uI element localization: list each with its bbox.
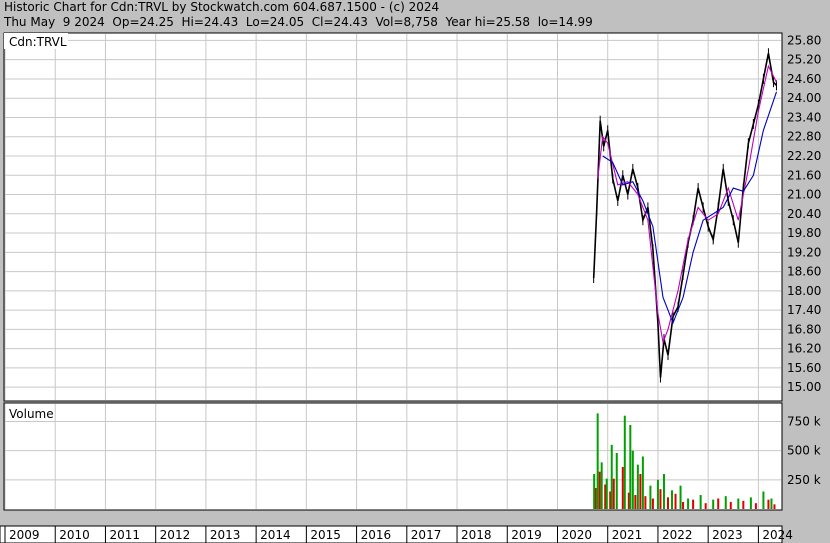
volume-bar [687, 498, 690, 509]
volume-bar [631, 450, 634, 509]
price-tick-label: 15.00 [787, 380, 821, 394]
price-tick-label: 16.80 [787, 322, 821, 336]
volume-panel [3, 402, 783, 511]
volume-bar [770, 498, 773, 509]
x-tick-label: 2022 [662, 528, 693, 542]
x-tick-label: 2017 [411, 528, 442, 542]
volume-bar [610, 444, 613, 509]
price-tick-label: 25.20 [787, 53, 821, 67]
stock-chart: Cdn:TRVL 25.8025.2024.6024.0023.4022.802… [0, 32, 821, 543]
x-tick-label: 2013 [210, 528, 241, 542]
volume-bar [598, 471, 601, 509]
volume-bar [605, 478, 608, 509]
price-tick-label: 20.40 [787, 207, 821, 221]
volume-bar [651, 498, 654, 509]
volume-bar [729, 502, 732, 509]
volume-bar [742, 500, 745, 509]
volume-bar [621, 467, 624, 509]
volume-bar [704, 503, 707, 509]
price-tick-label: 17.40 [787, 303, 821, 317]
price-tick-label: 22.20 [787, 149, 821, 163]
price-tick-label: 24.60 [787, 72, 821, 86]
volume-bar [600, 462, 603, 509]
volume-bar [671, 490, 674, 509]
volume-bar [749, 497, 752, 509]
volume-bar [754, 503, 757, 509]
volume-bar [712, 499, 715, 509]
volume-bar [612, 478, 615, 509]
price-tick-label: 24.00 [787, 91, 821, 105]
volume-bar [773, 504, 776, 509]
price-tick-label: 22.80 [787, 130, 821, 144]
volume-bar [593, 474, 596, 509]
volume-bar [636, 464, 639, 509]
volume-bar [679, 485, 682, 509]
volume-bar [767, 499, 770, 509]
volume-tick-label: 750 k [787, 415, 821, 429]
volume-bar [639, 474, 642, 509]
volume-bar [596, 413, 599, 509]
price-tick-label: 16.20 [787, 342, 821, 356]
volume-bar [674, 493, 677, 509]
volume-bar [724, 496, 727, 509]
volume-bar [762, 491, 765, 509]
price-tick-label: 18.00 [787, 284, 821, 298]
volume-bar [644, 496, 647, 509]
volume-y-axis: 750 k 500 k 250 k [787, 415, 821, 487]
price-tick-label: 19.80 [787, 226, 821, 240]
x-tick-label: 2012 [160, 528, 191, 542]
x-tick-label: 2014 [260, 528, 291, 542]
volume-bar [699, 495, 702, 509]
x-tick-label: 2016 [361, 528, 392, 542]
volume-bar [682, 502, 685, 509]
volume-tick-label: 500 k [787, 444, 821, 458]
volume-bar [641, 456, 644, 509]
volume-bar [629, 425, 632, 509]
price-panel-label: Cdn:TRVL [9, 35, 67, 49]
x-tick-label: 2024 [762, 528, 793, 542]
volume-panel-label: Volume [9, 407, 54, 421]
volume-bar [737, 498, 740, 509]
price-tick-label: 15.60 [787, 361, 821, 375]
x-tick-label: 2009 [9, 528, 40, 542]
x-tick-label: 2018 [461, 528, 492, 542]
volume-bar [717, 498, 720, 509]
volume-bar [662, 474, 665, 509]
price-tick-label: 23.40 [787, 110, 821, 124]
x-tick-label: 2019 [511, 528, 542, 542]
volume-bar [659, 489, 662, 509]
x-tick-label: 2021 [612, 528, 643, 542]
x-tick-label: 2015 [310, 528, 341, 542]
price-tick-label: 21.00 [787, 188, 821, 202]
volume-bar [623, 415, 626, 509]
volume-bar [656, 479, 659, 509]
volume-bar [649, 485, 652, 509]
volume-tick-label: 250 k [787, 473, 821, 487]
x-tick-label: 2020 [561, 528, 592, 542]
price-tick-label: 21.60 [787, 168, 821, 182]
x-tick-label: 2010 [59, 528, 90, 542]
price-y-axis: 25.80 25.20 24.60 24.00 23.40 22.80 22.20 21.60… [787, 33, 821, 394]
volume-bar [692, 499, 695, 509]
price-tick-label: 19.20 [787, 245, 821, 259]
volume-bar [615, 453, 618, 509]
price-tick-label: 25.80 [787, 33, 821, 47]
volume-bar [634, 495, 637, 509]
x-tick-label: 2023 [712, 528, 743, 542]
volume-bar [666, 497, 669, 509]
price-tick-label: 18.60 [787, 265, 821, 279]
x-tick-label: 2011 [109, 528, 140, 542]
